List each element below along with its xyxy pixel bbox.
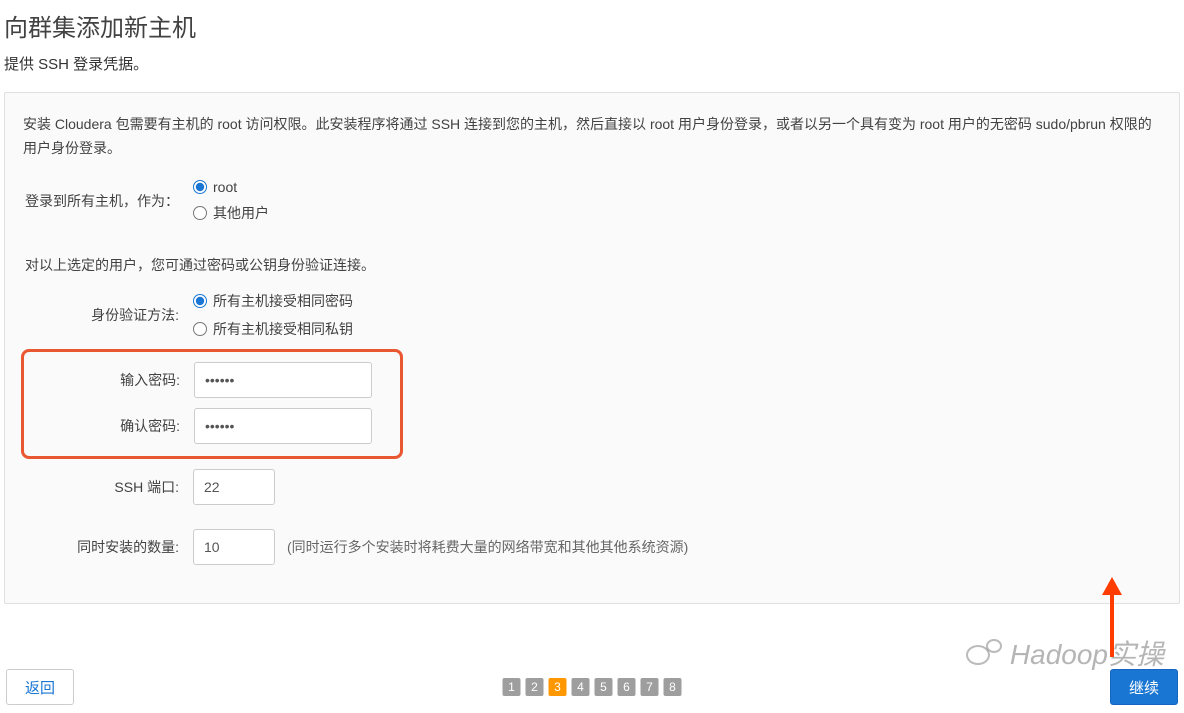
step-6[interactable]: 6 xyxy=(618,678,636,696)
concurrent-input[interactable] xyxy=(193,529,275,565)
confirm-password-row: 确认密码: xyxy=(24,408,400,444)
step-1[interactable]: 1 xyxy=(503,678,521,696)
radio-privatekey-option[interactable]: 所有主机接受相同私钥 xyxy=(193,319,353,339)
auth-method-row: 身份验证方法: 所有主机接受相同密码 所有主机接受相同私钥 xyxy=(23,291,1161,339)
step-2[interactable]: 2 xyxy=(526,678,544,696)
input-password[interactable] xyxy=(194,362,372,398)
ssh-port-label: SSH 端口: xyxy=(23,477,193,497)
radio-other-text: 其他用户 xyxy=(213,203,269,223)
step-indicator: 12345678 xyxy=(503,678,682,696)
ssh-port-row: SSH 端口: xyxy=(23,469,1161,505)
ssh-port-input[interactable] xyxy=(193,469,275,505)
radio-root[interactable] xyxy=(193,180,207,194)
radio-root-text: root xyxy=(213,179,237,195)
concurrent-label: 同时安装的数量: xyxy=(23,537,193,557)
auth-prompt: 对以上选定的用户，您可通过密码或公钥身份验证连接。 xyxy=(25,255,1161,275)
input-password-label: 输入密码: xyxy=(24,370,194,390)
radio-privatekey[interactable] xyxy=(193,322,207,336)
step-8[interactable]: 8 xyxy=(664,678,682,696)
form-card: 安装 Cloudera 包需要有主机的 root 访问权限。此安装程序将通过 S… xyxy=(4,92,1180,604)
step-4[interactable]: 4 xyxy=(572,678,590,696)
concurrent-hint: (同时运行多个安装时将耗费大量的网络带宽和其他其他系统资源) xyxy=(287,537,688,557)
radio-other-option[interactable]: 其他用户 xyxy=(193,203,269,223)
radio-privatekey-text: 所有主机接受相同私钥 xyxy=(213,319,353,339)
password-highlight-box: 输入密码: 确认密码: xyxy=(21,349,403,459)
radio-root-option[interactable]: root xyxy=(193,179,269,195)
annotation-arrow-icon xyxy=(1102,577,1122,657)
continue-button[interactable]: 继续 xyxy=(1110,669,1178,705)
confirm-password[interactable] xyxy=(194,408,372,444)
intro-text: 安装 Cloudera 包需要有主机的 root 访问权限。此安装程序将通过 S… xyxy=(23,113,1161,161)
login-as-label: 登录到所有主机，作为： xyxy=(23,191,193,211)
concurrent-row: 同时安装的数量: (同时运行多个安装时将耗费大量的网络带宽和其他其他系统资源) xyxy=(23,529,1161,565)
step-5[interactable]: 5 xyxy=(595,678,613,696)
page-title: 向群集添加新主机 xyxy=(0,0,1184,53)
page-subtitle: 提供 SSH 登录凭据。 xyxy=(0,53,1184,92)
auth-method-label: 身份验证方法: xyxy=(23,305,193,325)
radio-password-option[interactable]: 所有主机接受相同密码 xyxy=(193,291,353,311)
login-as-row: 登录到所有主机，作为： root 其他用户 xyxy=(23,179,1161,223)
confirm-password-label: 确认密码: xyxy=(24,416,194,436)
input-password-row: 输入密码: xyxy=(24,362,400,398)
radio-other[interactable] xyxy=(193,206,207,220)
radio-password-text: 所有主机接受相同密码 xyxy=(213,291,353,311)
back-button[interactable]: 返回 xyxy=(6,669,74,705)
step-3[interactable]: 3 xyxy=(549,678,567,696)
step-7[interactable]: 7 xyxy=(641,678,659,696)
radio-password[interactable] xyxy=(193,294,207,308)
footer-bar: 返回 12345678 继续 xyxy=(0,661,1184,713)
